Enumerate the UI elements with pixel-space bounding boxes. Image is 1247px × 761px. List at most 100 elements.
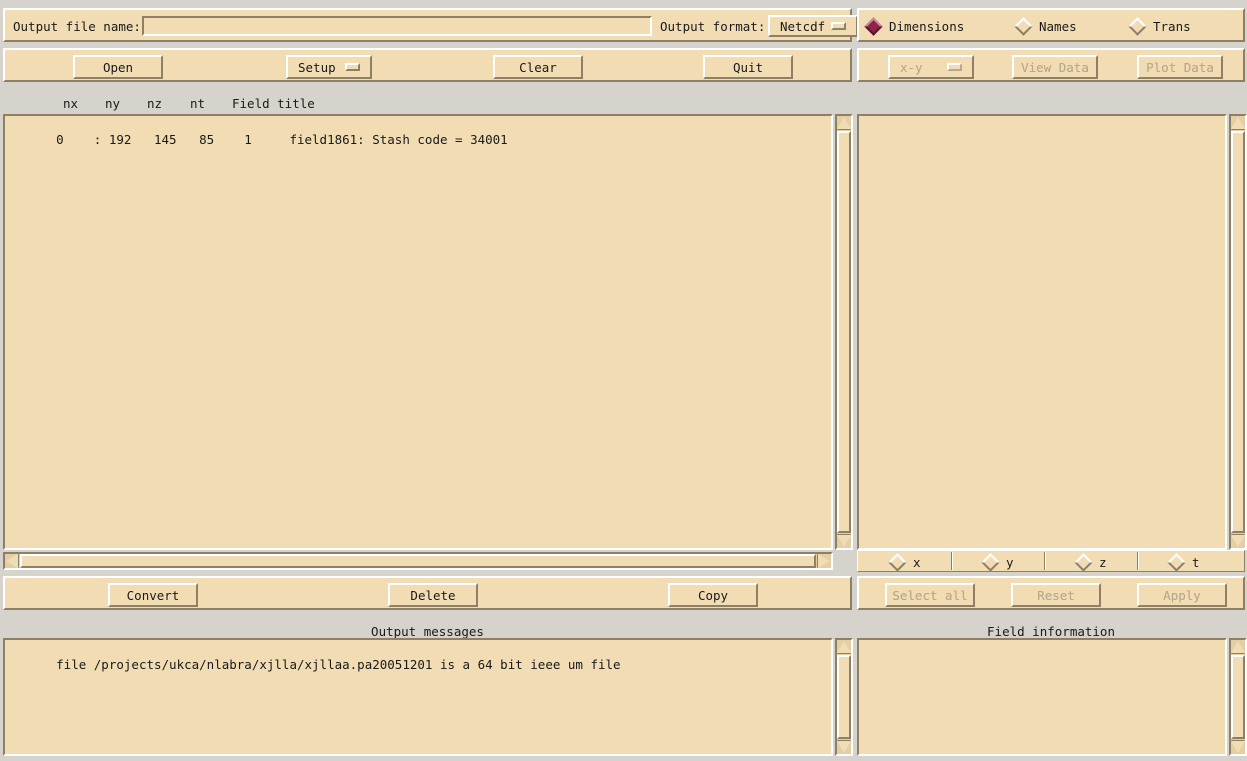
quit-button[interactable]: Quit: [703, 55, 793, 79]
output-format-value: Netcdf: [780, 18, 826, 34]
field-list-horizontal-scrollbar[interactable]: [3, 552, 833, 570]
scrollbar-thumb[interactable]: [1231, 131, 1245, 533]
select-all-button-label: Select all: [892, 587, 968, 603]
copy-button[interactable]: Copy: [668, 583, 758, 607]
scroll-down-arrow-icon[interactable]: [1231, 535, 1245, 547]
scroll-down-arrow-icon[interactable]: [837, 535, 851, 547]
view-data-button[interactable]: View Data: [1012, 55, 1098, 79]
field-list-header-nz: nz: [147, 96, 163, 111]
quit-button-label: Quit: [732, 59, 764, 75]
radio-diamond-icon: [1167, 552, 1186, 572]
application-window: Output file name: Output format: Netcdf …: [0, 4, 1247, 757]
output-messages-vertical-scrollbar[interactable]: [835, 638, 853, 756]
field-information-vertical-scrollbar[interactable]: [1229, 638, 1247, 756]
axis-separator: [1137, 552, 1139, 570]
output-format-option-menu[interactable]: Netcdf: [768, 15, 858, 37]
scroll-up-arrow-icon[interactable]: [1231, 117, 1245, 129]
field-list-header-ny: ny: [105, 96, 121, 111]
field-information-text[interactable]: [857, 638, 1227, 756]
clear-button-label: Clear: [519, 59, 557, 75]
scroll-up-arrow-icon[interactable]: [837, 641, 851, 653]
clear-button[interactable]: Clear: [493, 55, 583, 79]
radio-axis-t[interactable]: t: [1167, 551, 1200, 573]
option-menu-indicator-icon: [831, 22, 846, 30]
scroll-down-arrow-icon[interactable]: [837, 741, 851, 753]
plot-type-value: x-y: [900, 59, 923, 75]
axis-selector-panel: x y z t: [857, 550, 1245, 572]
plot-type-option-menu[interactable]: x-y: [888, 55, 974, 79]
reset-button-label: Reset: [1037, 587, 1075, 603]
scroll-up-arrow-icon[interactable]: [1231, 641, 1245, 653]
radio-axis-z-label: z: [1099, 554, 1107, 570]
axis-separator: [951, 552, 953, 570]
output-message-line-text: file /projects/ukca/nlabra/xjlla/xjllaa.…: [56, 657, 621, 672]
radio-axis-z[interactable]: z: [1074, 551, 1107, 573]
radio-diamond-icon: [1128, 16, 1147, 36]
field-list-header-nt: nt: [190, 96, 206, 111]
copy-button-label: Copy: [697, 587, 729, 603]
option-menu-indicator-icon: [345, 63, 360, 71]
reset-button[interactable]: Reset: [1011, 583, 1101, 607]
radio-diamond-icon: [864, 16, 883, 36]
convert-button[interactable]: Convert: [108, 583, 198, 607]
delete-button-label: Delete: [410, 587, 456, 603]
convert-button-label: Convert: [126, 587, 180, 603]
radio-axis-x-label: x: [913, 554, 921, 570]
field-information-line: [859, 640, 1225, 686]
option-menu-indicator-icon: [947, 63, 962, 71]
radio-diamond-icon: [981, 552, 1000, 572]
field-list-header-nx: nx: [63, 96, 79, 111]
field-list-vertical-scrollbar[interactable]: [835, 114, 853, 550]
output-format-label: Output format:: [660, 19, 766, 34]
left-toolbar-panel: Open Setup Clear Quit: [3, 48, 852, 82]
field-list-row-text: 0 : 192 145 85 1 field1861: Stash code =…: [56, 132, 508, 147]
output-file-name-label: Output file name:: [13, 19, 141, 34]
scrollbar-thumb[interactable]: [20, 554, 816, 568]
radio-trans-label: Trans: [1153, 18, 1191, 34]
output-messages-title: Output messages: [371, 624, 484, 639]
apply-button-label: Apply: [1163, 587, 1201, 603]
dimension-list-vertical-scrollbar[interactable]: [1229, 114, 1247, 550]
dimension-list[interactable]: [857, 114, 1227, 550]
radio-diamond-icon: [888, 552, 907, 572]
output-bar-panel: Output file name: Output format: Netcdf: [3, 8, 858, 42]
table-row[interactable]: 0 : 192 145 85 1 field1861: Stash code =…: [5, 116, 831, 161]
radio-dimensions-label: Dimensions: [889, 18, 965, 34]
plot-data-button-label: Plot Data: [1146, 59, 1214, 75]
scroll-up-arrow-icon[interactable]: [837, 117, 851, 129]
radio-trans[interactable]: Trans: [1128, 15, 1191, 37]
open-button[interactable]: Open: [73, 55, 163, 79]
left-actions-panel: Convert Delete Copy: [3, 576, 852, 610]
radio-names[interactable]: Names: [1014, 15, 1077, 37]
radio-axis-y[interactable]: y: [981, 551, 1014, 573]
radio-dimensions[interactable]: Dimensions: [864, 15, 965, 37]
setup-button-label: Setup: [298, 59, 336, 75]
setup-option-menu[interactable]: Setup: [286, 55, 372, 79]
scrollbar-thumb[interactable]: [1231, 655, 1245, 739]
output-messages-text[interactable]: file /projects/ukca/nlabra/xjlla/xjllaa.…: [3, 638, 833, 756]
scroll-right-arrow-icon[interactable]: [818, 554, 830, 568]
scroll-left-arrow-icon[interactable]: [6, 554, 18, 568]
scrollbar-thumb[interactable]: [837, 131, 851, 533]
delete-button[interactable]: Delete: [388, 583, 478, 607]
output-message-line: file /projects/ukca/nlabra/xjlla/xjllaa.…: [5, 640, 831, 686]
view-data-button-label: View Data: [1021, 59, 1089, 75]
apply-button[interactable]: Apply: [1137, 583, 1227, 607]
mode-selector-panel: Dimensions Names Trans: [857, 8, 1245, 42]
axis-separator: [1044, 552, 1046, 570]
radio-axis-y-label: y: [1006, 554, 1014, 570]
plot-data-button[interactable]: Plot Data: [1137, 55, 1223, 79]
right-toolbar-panel: x-y View Data Plot Data: [857, 48, 1245, 82]
scrollbar-thumb[interactable]: [837, 655, 851, 739]
radio-diamond-icon: [1074, 552, 1093, 572]
select-all-button[interactable]: Select all: [885, 583, 975, 607]
radio-axis-x[interactable]: x: [888, 551, 921, 573]
output-file-name-input[interactable]: [142, 16, 652, 36]
scroll-down-arrow-icon[interactable]: [1231, 741, 1245, 753]
radio-axis-t-label: t: [1192, 554, 1200, 570]
right-actions-panel: Select all Reset Apply: [857, 576, 1245, 610]
field-list[interactable]: 0 : 192 145 85 1 field1861: Stash code =…: [3, 114, 833, 550]
open-button-label: Open: [102, 59, 134, 75]
radio-names-label: Names: [1039, 18, 1077, 34]
field-information-title: Field information: [987, 624, 1115, 639]
